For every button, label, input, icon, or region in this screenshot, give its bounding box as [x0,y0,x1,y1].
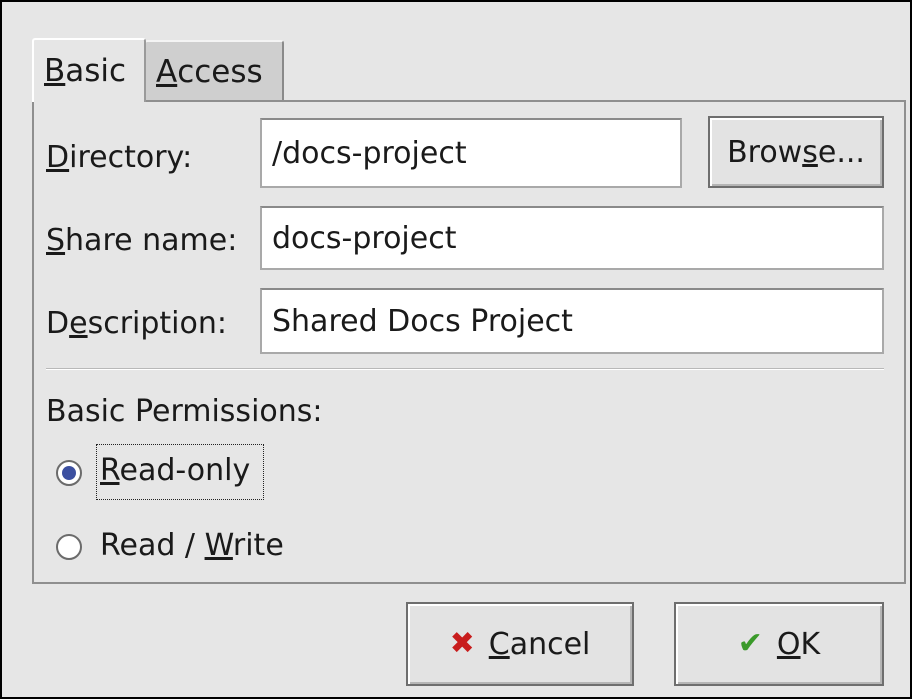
read-write-label-pre: Read / [100,528,205,563]
description-field[interactable]: Shared Docs Project [260,288,884,354]
tab-basic[interactable]: Basic [32,38,146,102]
share-properties-dialog: Basic Access Directory: /docs-project Br… [0,0,912,699]
cancel-label: ancel [509,626,591,662]
directory-label-text: irectory: [69,140,193,175]
tab-basic-label: asic [65,53,127,89]
ok-label: K [800,626,821,662]
description-value: Shared Docs Project [272,303,573,339]
checkmark-icon: ✔ [737,626,763,661]
description-label-mnemonic: e [69,306,88,341]
read-write-label-mnemonic: W [204,528,233,563]
tab-access-label: ccess [177,54,263,90]
cancel-icon: ✖ [449,626,475,661]
share-name-label: Share name: [46,223,237,258]
directory-label: Directory: [46,140,192,175]
share-name-value: docs-project [272,220,457,256]
description-label: Description: [46,306,227,341]
read-only-label-post: ead-only [119,453,251,488]
read-only-label[interactable]: Read-only [100,453,250,488]
description-label-text: scription: [87,306,227,341]
share-name-label-text: hare name: [65,223,238,258]
share-name-label-mnemonic: S [46,223,66,258]
ok-button[interactable]: ✔ O K [674,602,884,686]
read-write-label-post: rite [232,528,284,563]
directory-field[interactable]: /docs-project [260,118,682,188]
browse-label-post: e... [817,134,865,170]
read-only-radio[interactable] [56,460,82,486]
directory-value: /docs-project [272,135,467,171]
browse-label-pre: Brow [727,134,803,170]
directory-label-mnemonic: D [46,140,70,175]
tab-basic-mnemonic: B [44,53,66,89]
browse-label-mnemonic: s [802,134,818,170]
browse-button[interactable]: Brow s e... [708,116,884,188]
description-label-pre: D [46,306,70,341]
cancel-label-mnemonic: C [488,626,510,662]
cancel-button[interactable]: ✖ Cancel [406,602,634,686]
read-write-radio[interactable] [56,534,82,560]
tab-access-mnemonic: A [156,54,178,90]
tab-access[interactable]: Access [144,40,284,102]
basic-permissions-heading: Basic Permissions: [46,394,323,429]
ok-label-mnemonic: O [776,626,801,662]
read-only-label-mnemonic: R [100,453,120,488]
share-name-field[interactable]: docs-project [260,206,884,270]
separator [46,368,884,370]
read-write-label[interactable]: Read / Write [100,528,284,563]
